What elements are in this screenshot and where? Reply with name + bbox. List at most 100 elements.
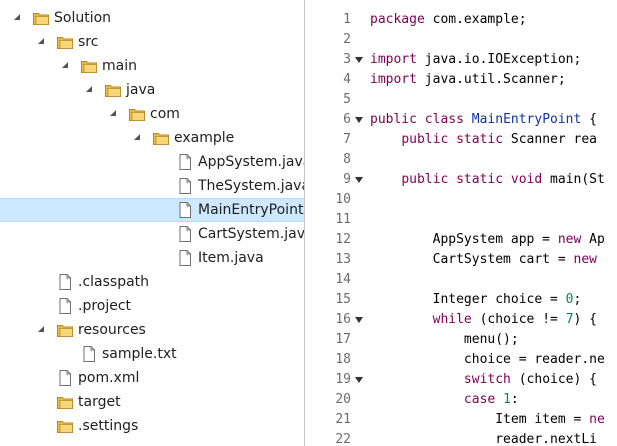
- tree-item-label: com: [150, 106, 180, 122]
- fold-arrow-icon[interactable]: [355, 117, 363, 123]
- code-line[interactable]: 9 public static void main(St: [305, 170, 617, 190]
- fold-arrow-icon[interactable]: [355, 317, 363, 323]
- code-line[interactable]: 3 import java.io.IOException;: [305, 50, 617, 70]
- line-number: 19: [335, 372, 351, 387]
- code-token: com.example;: [424, 12, 527, 27]
- code-token: void: [510, 172, 543, 187]
- code-line[interactable]: 13 CartSystem cart = new: [305, 250, 617, 270]
- code-token: java.util.Scanner;: [416, 72, 566, 87]
- expanded-arrow-icon[interactable]: [86, 86, 92, 92]
- tree-item-thesystem-java[interactable]: TheSystem.java: [0, 174, 304, 198]
- tree-item-label: Solution: [54, 10, 112, 26]
- fold-arrow-icon[interactable]: [355, 377, 363, 383]
- tree-item-example[interactable]: example: [0, 126, 304, 150]
- code-token: main(St: [542, 172, 605, 187]
- tree-item-src[interactable]: src: [0, 30, 304, 54]
- code-text: public class MainEntryPoint {: [370, 110, 597, 130]
- tree-item-settings[interactable]: .settings: [0, 414, 304, 438]
- tree-item-label: CartSystem.java: [198, 226, 304, 242]
- expanded-arrow-icon[interactable]: [14, 14, 20, 20]
- expanded-arrow-icon[interactable]: [38, 326, 44, 332]
- project-explorer: Solution src main java com example AppSystem.j…: [0, 0, 304, 446]
- code-token: CartSystem cart =: [370, 252, 574, 267]
- code-text: Integer choice = 0;: [370, 290, 582, 310]
- file-icon: [56, 369, 74, 387]
- code-line[interactable]: 19 switch (choice) {: [305, 370, 617, 390]
- code-token: public: [370, 112, 417, 127]
- code-line[interactable]: 18 choice = reader.ne: [305, 350, 617, 370]
- tree-item-mainentrypoint-java[interactable]: MainEntryPoint.java: [0, 198, 304, 222]
- code-line[interactable]: 7 public static Scanner rea: [305, 130, 617, 150]
- expanded-arrow-icon[interactable]: [38, 38, 44, 44]
- code-line[interactable]: 22 reader.nextLi: [305, 430, 617, 446]
- line-number: 11: [335, 212, 351, 227]
- code-text: choice = reader.ne: [370, 350, 605, 370]
- tree-item-label: sample.txt: [102, 346, 177, 362]
- code-line[interactable]: 1 package com.example;: [305, 10, 617, 30]
- line-number: 4: [343, 72, 351, 87]
- code-line[interactable]: 6 public class MainEntryPoint {: [305, 110, 617, 130]
- code-line[interactable]: 21 Item item = ne: [305, 410, 617, 430]
- tree-item-classpath[interactable]: .classpath: [0, 270, 304, 294]
- file-icon: [56, 273, 74, 291]
- tree-item-target[interactable]: target: [0, 390, 304, 414]
- line-number: 10: [335, 192, 351, 207]
- expanded-arrow-icon[interactable]: [110, 110, 116, 116]
- tree-item-com[interactable]: com: [0, 102, 304, 126]
- code-token: switch: [463, 372, 511, 387]
- code-text: switch (choice) {: [370, 370, 597, 390]
- code-line[interactable]: 5: [305, 90, 617, 110]
- tree-item-label: pom.xml: [78, 370, 140, 386]
- code-line[interactable]: 11: [305, 210, 617, 230]
- code-token: ne: [589, 412, 605, 427]
- tree-item-main[interactable]: main: [0, 54, 304, 78]
- code-line[interactable]: 12 AppSystem app = new Ap: [305, 230, 617, 250]
- expanded-arrow-icon[interactable]: [62, 62, 68, 68]
- code-text: menu();: [370, 330, 519, 350]
- tree-item-project[interactable]: .project: [0, 294, 304, 318]
- code-line[interactable]: 16 while (choice != 7) {: [305, 310, 617, 330]
- tree-item-item-java[interactable]: Item.java: [0, 246, 304, 270]
- tree-item-java[interactable]: java: [0, 78, 304, 102]
- tree-item-appsystem-java[interactable]: AppSystem.java: [0, 150, 304, 174]
- tree-item-label: resources: [78, 322, 146, 338]
- tree-item-pom-xml[interactable]: pom.xml: [0, 366, 304, 390]
- code-token: Item item =: [370, 412, 590, 427]
- tree-item-cartsystem-java[interactable]: CartSystem.java: [0, 222, 304, 246]
- code-line[interactable]: 2: [305, 30, 617, 50]
- fold-arrow-icon[interactable]: [355, 57, 363, 63]
- code-line[interactable]: 10: [305, 190, 617, 210]
- code-line[interactable]: 8: [305, 150, 617, 170]
- fold-arrow-icon[interactable]: [355, 177, 363, 183]
- code-token: case: [463, 392, 496, 407]
- tree-item-label: src: [78, 34, 99, 50]
- code-token: 1: [503, 392, 511, 407]
- file-icon: [176, 177, 194, 195]
- folder-icon: [128, 105, 146, 123]
- code-line[interactable]: 20 case 1:: [305, 390, 617, 410]
- code-token: choice = reader.ne: [370, 352, 605, 367]
- tree-item-solution[interactable]: Solution: [0, 6, 304, 30]
- expanded-arrow-icon[interactable]: [134, 134, 140, 140]
- tree-item-label: example: [174, 130, 235, 146]
- code-line[interactable]: 4 import java.util.Scanner;: [305, 70, 617, 90]
- tree-item-label: Item.java: [198, 250, 264, 266]
- line-number: 5: [343, 92, 351, 107]
- tree-item-label: java: [126, 82, 156, 98]
- line-number: 14: [335, 272, 351, 287]
- tree-item-sample-txt[interactable]: sample.txt: [0, 342, 304, 366]
- code-text: case 1:: [370, 390, 519, 410]
- code-editor[interactable]: 1 package com.example; 2 3 import java.io.IO…: [305, 0, 617, 446]
- code-line[interactable]: 15 Integer choice = 0;: [305, 290, 617, 310]
- line-number: 13: [335, 252, 351, 267]
- tree-item-label: TheSystem.java: [198, 178, 304, 194]
- code-line[interactable]: 17 menu();: [305, 330, 617, 350]
- tree-item-label: target: [78, 394, 121, 410]
- code-line[interactable]: 14: [305, 270, 617, 290]
- tree-item-resources[interactable]: resources: [0, 318, 304, 342]
